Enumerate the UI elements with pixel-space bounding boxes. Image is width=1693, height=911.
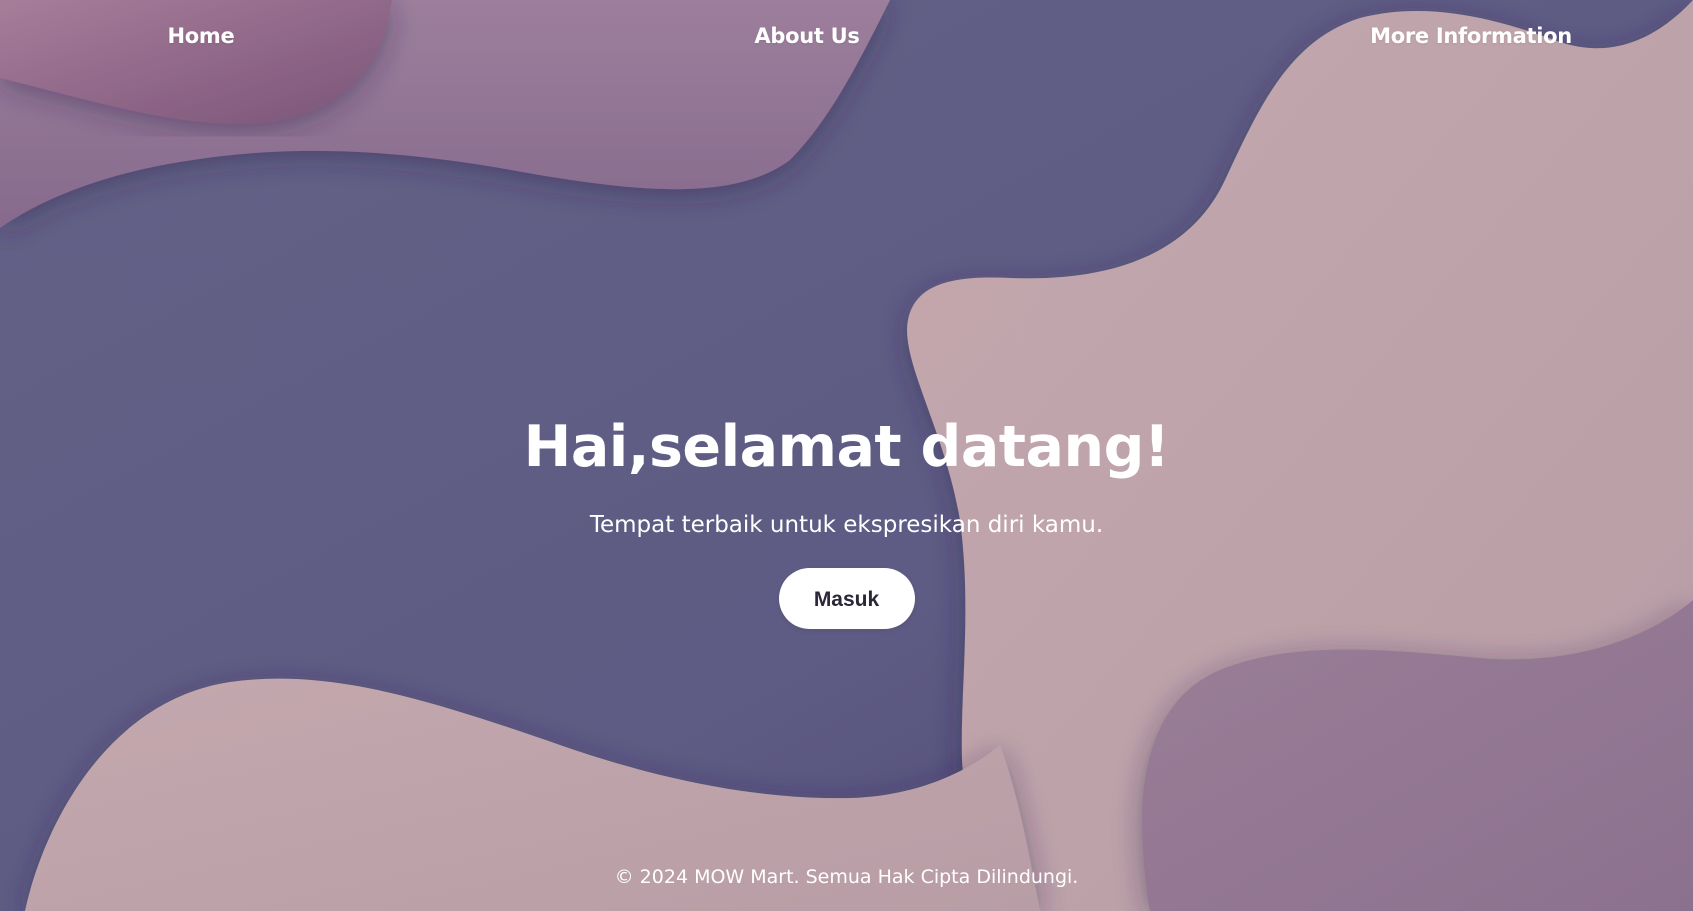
masuk-button[interactable]: Masuk <box>778 568 915 629</box>
hero-title: Hai,selamat datang! <box>523 414 1170 480</box>
hero-subtitle: Tempat terbaik untuk ekspresikan diri ka… <box>589 512 1104 538</box>
nav-link-about-us[interactable]: About Us <box>754 24 859 48</box>
footer-copyright: © 2024 MOW Mart. Semua Hak Cipta Dilindu… <box>614 866 1079 888</box>
hero-section: Hai,selamat datang! Tempat terbaik untuk… <box>0 408 1693 629</box>
top-navigation: Home About Us More Information <box>0 0 1693 80</box>
nav-link-home[interactable]: Home <box>168 24 235 48</box>
nav-link-more-information[interactable]: More Information <box>1370 24 1572 48</box>
